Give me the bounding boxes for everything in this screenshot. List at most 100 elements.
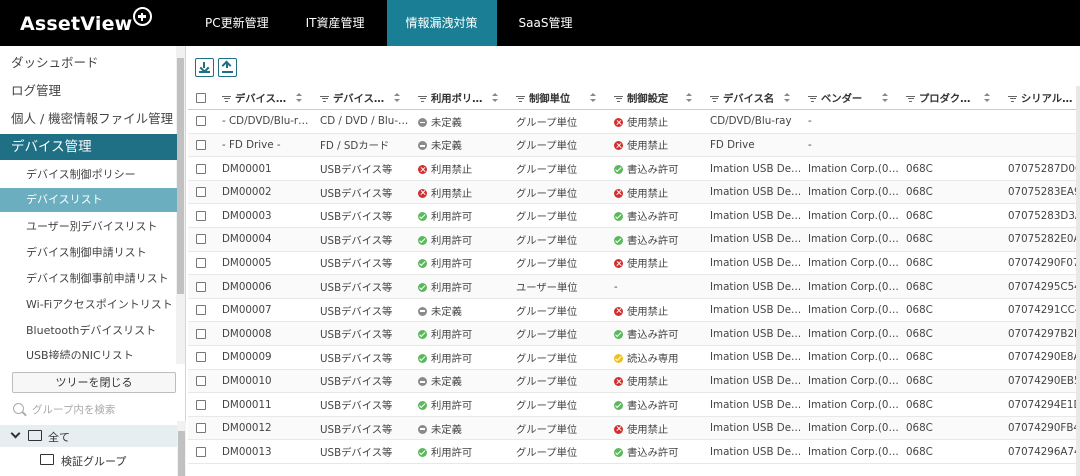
filter-icon[interactable] [808,95,817,103]
app-logo[interactable]: AssetView [20,7,153,35]
table-row[interactable]: DM00002 USBデバイス等 利用禁止 グループ単位 使用禁止 Imation USB… [188,180,1080,205]
sidebar-submenu-item-6[interactable]: Bluetoothデバイスリスト [0,319,177,343]
column-header-1[interactable]: デバイス… [312,86,410,111]
filter-icon[interactable] [418,95,427,103]
filter-icon[interactable] [906,95,915,103]
cell-type: USBデバイス等 [312,251,410,276]
nav-tab-3[interactable]: SaaS管理 [504,0,588,46]
table-row[interactable]: - CD/DVD/Blu-r… CD / DVD / Blu-… 未定義 グループ単位… [188,109,1080,134]
sort-icon[interactable] [590,93,596,103]
row-checkbox[interactable] [196,210,206,221]
close-tree-button[interactable]: ツリーを閉じる [12,372,176,393]
sidebar-submenu-item-0[interactable]: デバイス制御ポリシー [0,163,177,187]
sidebar-menu-item-3[interactable]: デバイス管理 [0,134,177,160]
table-row[interactable]: DM00007 USBデバイス等 未定義 グループ単位 使用禁止 Imation USB … [188,298,1080,323]
row-checkbox[interactable] [196,305,206,316]
sort-icon[interactable] [394,93,400,103]
table-row[interactable]: DM00012 USBデバイス等 未定義 グループ単位 使用禁止 Imation USB … [188,416,1080,441]
sidebar-submenu-item-1[interactable]: デバイスリスト [0,188,177,212]
column-header-4[interactable]: 制御設定 [606,86,702,111]
column-header-3[interactable]: 制御単位 [508,86,606,111]
table-row[interactable]: - FD Drive - FD / SDカード 未定義 グループ単位 使用禁止 FD Dr… [188,133,1080,158]
select-all-checkbox[interactable] [196,92,206,103]
tree-scrollbar[interactable] [177,421,186,476]
column-header-label: デバイス… [235,93,287,106]
row-checkbox[interactable] [196,139,206,150]
cell-type: USBデバイス等 [312,345,410,370]
sidebar-submenu-item-5[interactable]: Wi-Fiアクセスポイントリスト [0,293,177,317]
sidebar-submenu-item-2[interactable]: ユーザー別デバイスリスト [0,215,177,239]
column-header-2[interactable]: 利用ポリ… [410,86,508,111]
row-checkbox[interactable] [196,234,206,245]
cell-setting-text: 書込み許可 [627,329,679,342]
tree-node-verification-group[interactable]: 検証グループ [0,449,177,471]
filter-icon[interactable] [710,95,719,103]
row-checkbox[interactable] [196,328,206,339]
row-checkbox[interactable] [196,163,206,174]
filter-icon[interactable] [614,95,623,103]
table-row[interactable]: DM00004 USBデバイス等 利用許可 グループ単位 書込み許可 Imation US… [188,227,1080,252]
column-header-7[interactable]: プロダク… [898,86,1000,111]
sort-icon[interactable] [296,93,302,103]
sort-icon[interactable] [784,93,790,103]
column-header-8[interactable]: シリアル… [1000,86,1080,111]
filter-icon[interactable] [516,95,525,103]
download-button[interactable] [195,58,214,77]
sidebar-submenu-item-3[interactable]: デバイス制御申請リスト [0,241,177,265]
table-row[interactable]: DM00013 USBデバイス等 利用許可 グループ単位 書込み許可 Imation US… [188,439,1080,464]
table-row[interactable]: DM00009 USBデバイス等 利用許可 グループ単位 読込み専用 Imation US… [188,345,1080,370]
row-checkbox[interactable] [196,352,206,363]
row-checkbox[interactable] [196,423,206,434]
row-checkbox[interactable] [196,257,206,268]
main-nav-tabs: PC更新管理 IT資産管理 情報漏洩対策 SaaS管理 [190,0,594,46]
row-checkbox[interactable] [196,116,206,127]
table-row[interactable]: DM00011 USBデバイス等 利用許可 グループ単位 書込み許可 Imation US… [188,392,1080,417]
table-row[interactable]: DM00003 USBデバイス等 利用許可 グループ単位 書込み許可 Imation US… [188,203,1080,229]
cell-serial: 07074297B2DB- [1000,321,1080,347]
cell-name-text: Imation USB De… [710,327,800,340]
filter-icon[interactable] [222,95,231,103]
sort-icon[interactable] [492,93,498,103]
row-checkbox[interactable] [196,281,206,292]
nav-tab-2[interactable]: 情報漏洩対策 [386,0,497,46]
cell-product-text: 068C [906,233,933,246]
group-search-input[interactable] [32,401,172,419]
tree-scrollbar-thumb[interactable] [178,431,185,476]
column-header-6[interactable]: ベンダー [800,86,898,111]
cell-type: USBデバイス等 [312,369,410,394]
table-row[interactable]: DM00010 USBデバイス等 未定義 グループ単位 使用禁止 Imation USB … [188,369,1080,394]
cell-name: Imation USB De… [702,345,800,370]
table-row[interactable]: DM00008 USBデバイス等 利用許可 グループ単位 書込み許可 Imation US… [188,321,1080,347]
sort-icon[interactable] [882,93,888,103]
sidebar-submenu-item-4[interactable]: デバイス制御事前申請リスト [0,267,177,291]
cell-setting: 書込み許可 [606,203,702,229]
row-checkbox[interactable] [196,446,206,457]
cell-serial: 07075283D3AA [1000,203,1080,229]
row-select-cell [188,251,214,276]
cell-setting-text: 書込み許可 [627,211,679,224]
column-header-0[interactable]: デバイス… [214,86,312,111]
filter-icon[interactable] [1008,95,1017,103]
sidebar-scrollbar[interactable] [176,46,185,364]
sidebar-menu-item-0[interactable]: ダッシュボード [0,50,177,76]
sidebar-menu-item-2[interactable]: 個人 / 機密情報ファイル管理 [0,106,177,132]
upload-button[interactable] [218,58,237,77]
sidebar-submenu-item-7[interactable]: USB接続のNICリスト [0,345,177,359]
table-row[interactable]: DM00005 USBデバイス等 利用許可 グループ単位 使用禁止 Imation USB… [188,251,1080,276]
table-row[interactable]: DM00006 USBデバイス等 利用許可 ユーザー単位 - Imation USB De… [188,274,1080,299]
row-checkbox[interactable] [196,187,206,198]
chevron-down-icon[interactable] [10,428,21,439]
sidebar-scrollbar-thumb[interactable] [177,58,184,294]
cell-vendor: Imation Corp.(0… [800,416,898,441]
sort-icon[interactable] [984,93,990,103]
sort-icon[interactable] [686,93,692,103]
nav-tab-0[interactable]: PC更新管理 [190,0,284,46]
tree-node-all[interactable]: 全て [0,425,177,447]
table-row[interactable]: DM00001 USBデバイス等 利用禁止 グループ単位 書込み許可 Imation US… [188,156,1080,181]
row-checkbox[interactable] [196,399,206,410]
column-header-5[interactable]: デバイス名 [702,86,800,111]
nav-tab-1[interactable]: IT資産管理 [291,0,380,46]
filter-icon[interactable] [320,95,329,103]
sidebar-menu-item-1[interactable]: ログ管理 [0,78,177,104]
row-checkbox[interactable] [196,375,206,386]
